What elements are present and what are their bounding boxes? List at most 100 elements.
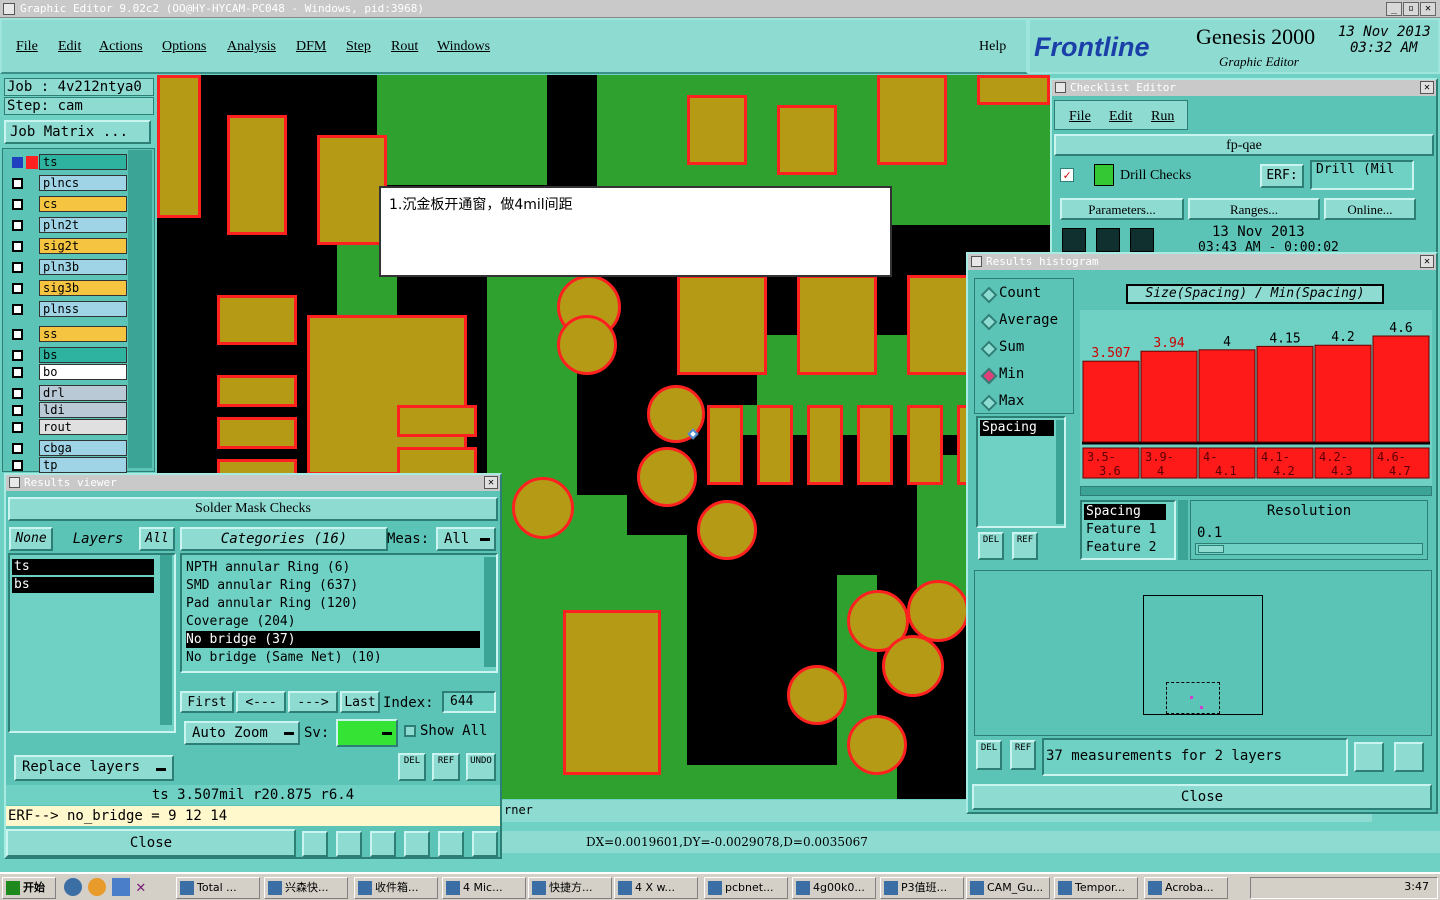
quicklaunch-icon[interactable] bbox=[88, 878, 106, 896]
field-feature-1[interactable]: Feature 1 bbox=[1086, 522, 1156, 538]
menu-help[interactable]: Help bbox=[979, 39, 1006, 55]
category-item[interactable]: NPTH annular Ring (6) bbox=[186, 559, 480, 576]
histogram-bar[interactable] bbox=[1198, 349, 1256, 443]
ref-button[interactable]: REF bbox=[1012, 532, 1038, 560]
menu-options[interactable]: Options bbox=[162, 39, 206, 55]
layer-row-ldi[interactable]: ldi bbox=[9, 402, 127, 419]
resolution-slider[interactable] bbox=[1195, 543, 1423, 555]
histogram-bar[interactable] bbox=[1082, 360, 1140, 443]
layer-name[interactable]: sig2t bbox=[39, 238, 127, 254]
menu-analysis[interactable]: Analysis bbox=[227, 39, 276, 55]
layer-name[interactable]: cs bbox=[39, 196, 127, 212]
taskbar-task[interactable]: 4g00k0... bbox=[792, 877, 876, 899]
category-item[interactable]: No bridge (Same Net) (10) bbox=[186, 649, 480, 666]
layer-row-bo[interactable]: bo bbox=[9, 364, 127, 381]
histogram-bar[interactable] bbox=[1314, 344, 1372, 443]
layer-checkbox[interactable] bbox=[12, 241, 23, 252]
layer-name[interactable]: cbga bbox=[39, 440, 127, 456]
layer-row-cbga[interactable]: cbga bbox=[9, 440, 127, 457]
menu-dfm[interactable]: DFM bbox=[296, 39, 326, 55]
maximize-button[interactable]: ▫ bbox=[1403, 2, 1419, 16]
run-icon[interactable] bbox=[1096, 228, 1120, 252]
layer-checkbox[interactable] bbox=[12, 262, 23, 273]
layer-name[interactable]: drl bbox=[39, 385, 127, 401]
layer-name[interactable]: plncs bbox=[39, 175, 127, 191]
ref-button[interactable]: REF bbox=[432, 753, 460, 781]
field-spacing[interactable]: Spacing bbox=[1084, 504, 1166, 520]
layer-name[interactable]: bs bbox=[39, 347, 127, 363]
resolution-slider-thumb[interactable] bbox=[1198, 545, 1224, 553]
layer-name[interactable]: rout bbox=[39, 419, 127, 435]
ranges-button[interactable]: Ranges... bbox=[1188, 198, 1320, 220]
menu-actions[interactable]: Actions bbox=[99, 39, 143, 55]
run-icon[interactable] bbox=[1130, 228, 1154, 252]
layer-row-tp[interactable]: tp bbox=[9, 457, 127, 474]
histogram-icon[interactable] bbox=[472, 831, 498, 857]
layers-scrollbar[interactable] bbox=[160, 555, 172, 725]
layer-checkbox[interactable] bbox=[12, 157, 23, 168]
quicklaunch-icon[interactable]: ✕ bbox=[136, 878, 154, 896]
erf-button[interactable]: ERF: bbox=[1260, 164, 1304, 188]
layer-row-ts[interactable]: ts bbox=[9, 154, 127, 171]
histogram-bar[interactable] bbox=[1256, 345, 1314, 443]
close-icon[interactable]: ✕ bbox=[1420, 81, 1434, 94]
layer-checkbox[interactable] bbox=[12, 388, 23, 399]
layer-row-pln3b[interactable]: pln3b bbox=[9, 259, 127, 276]
tool-icon-2[interactable] bbox=[336, 831, 362, 857]
histogram-bar[interactable] bbox=[1372, 335, 1430, 443]
del-button[interactable]: DEL bbox=[978, 532, 1004, 560]
job-matrix-button[interactable]: Job Matrix ... bbox=[4, 120, 151, 144]
layer-name[interactable]: bo bbox=[39, 364, 127, 380]
layer-checkbox[interactable] bbox=[12, 405, 23, 416]
layer-name[interactable]: pln3b bbox=[39, 259, 127, 275]
close-icon[interactable]: ✕ bbox=[1420, 255, 1434, 268]
category-item[interactable]: No bridge (37) bbox=[186, 631, 480, 648]
layer-row-bs[interactable]: bs bbox=[9, 347, 127, 364]
mode-radio-count[interactable] bbox=[980, 286, 998, 304]
layer-checkbox[interactable] bbox=[12, 367, 23, 378]
start-button[interactable]: 开始 bbox=[2, 877, 56, 899]
layer-name[interactable]: plnss bbox=[39, 301, 127, 317]
taskbar-task[interactable]: Tempor... bbox=[1054, 877, 1138, 899]
replace-layers-dropdown[interactable]: Replace layers bbox=[14, 755, 174, 781]
ie-icon[interactable] bbox=[64, 878, 82, 896]
zoom-fit-icon[interactable] bbox=[1394, 742, 1424, 772]
category-item[interactable]: Pad annular Ring (120) bbox=[186, 595, 480, 612]
taskbar-task[interactable]: pcbnet... bbox=[704, 877, 788, 899]
auto-zoom-dropdown[interactable]: Auto Zoom bbox=[184, 721, 300, 745]
mode-radio-sum[interactable] bbox=[980, 340, 998, 358]
checklist-menu-edit[interactable]: Edit bbox=[1109, 109, 1132, 125]
layer-name[interactable]: pln2t bbox=[39, 217, 127, 233]
categories-button[interactable]: Categories (16) bbox=[180, 527, 388, 551]
preview-del-button[interactable]: DEL bbox=[976, 740, 1002, 770]
layer-checkbox[interactable] bbox=[12, 443, 23, 454]
close-icon[interactable]: ✕ bbox=[484, 476, 498, 489]
layer-name[interactable]: ss bbox=[39, 326, 127, 342]
menu-rout[interactable]: Rout bbox=[391, 39, 418, 55]
minimize-button[interactable]: _ bbox=[1386, 2, 1402, 16]
checklist-menu-run[interactable]: Run bbox=[1151, 109, 1174, 125]
none-layers-button[interactable]: None bbox=[9, 527, 53, 551]
attribute-item-spacing[interactable]: Spacing bbox=[980, 420, 1054, 436]
histogram-close-button[interactable]: Close bbox=[972, 784, 1432, 810]
taskbar-task[interactable]: 4 X w... bbox=[614, 877, 698, 899]
taskbar-task[interactable]: P3值班... bbox=[880, 877, 964, 899]
layer-row-sig2t[interactable]: sig2t bbox=[9, 238, 127, 255]
tool-icon-4[interactable] bbox=[404, 831, 430, 857]
histogram-bar[interactable] bbox=[1140, 350, 1198, 443]
categories-scrollbar[interactable] bbox=[484, 557, 496, 667]
layer-checkbox[interactable] bbox=[12, 422, 23, 433]
layer-checkbox[interactable] bbox=[12, 304, 23, 315]
all-layers-button[interactable]: All bbox=[139, 527, 175, 551]
results-close-button[interactable]: Close bbox=[6, 829, 296, 857]
quicklaunch-icon[interactable] bbox=[112, 878, 130, 896]
run-icon[interactable] bbox=[1062, 228, 1086, 252]
taskbar-task[interactable]: 快捷方... bbox=[528, 877, 612, 899]
layer-checkbox[interactable] bbox=[12, 329, 23, 340]
taskbar-task[interactable]: CAM_Gu... bbox=[966, 877, 1050, 899]
last-button[interactable]: Last bbox=[340, 691, 380, 713]
layer-name[interactable]: sig3b bbox=[39, 280, 127, 296]
taskbar-task[interactable]: 收件箱... bbox=[354, 877, 438, 899]
checklist-name[interactable]: fp-qae bbox=[1054, 134, 1434, 156]
field-scrollbar[interactable] bbox=[1178, 500, 1188, 560]
